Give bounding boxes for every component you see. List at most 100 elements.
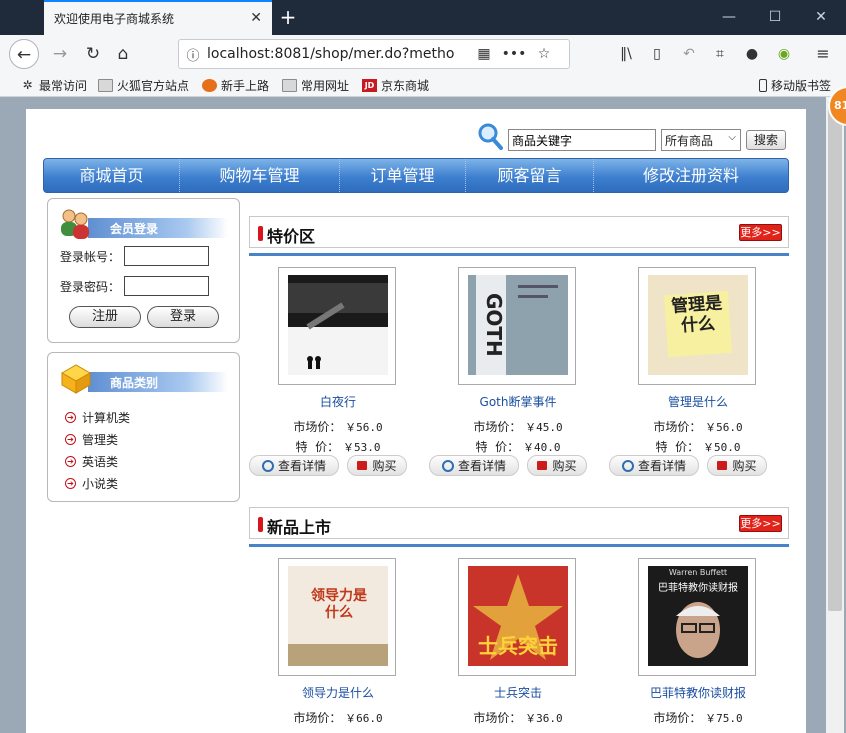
chat-icon[interactable]: ● xyxy=(737,39,767,69)
extension-icon[interactable]: ◉ xyxy=(769,39,799,69)
sidebar-icon[interactable]: ▯ xyxy=(642,39,672,69)
password-input[interactable] xyxy=(124,276,210,296)
button-label: 购买 xyxy=(552,459,577,473)
bookmark-mobile[interactable]: 移动版书签 xyxy=(759,76,831,94)
cover-image: 领导力是什么 xyxy=(288,566,388,666)
section-divider xyxy=(249,544,789,547)
more-button[interactable]: 更多>> xyxy=(739,515,782,532)
url-bar[interactable]: ⓘ localhost:8081/shop/mer.do?metho ▦ •••… xyxy=(178,39,570,69)
site-info-icon[interactable]: ⓘ xyxy=(179,45,207,64)
home-icon[interactable]: ⌂ xyxy=(108,39,138,69)
view-detail-button[interactable]: 查看详情 xyxy=(609,455,699,476)
nav-orders[interactable]: 订单管理 xyxy=(340,159,466,192)
bookmark-common-sites[interactable]: 常用网址 xyxy=(282,76,349,94)
bookmark-jd[interactable]: JD 京东商城 xyxy=(362,76,429,94)
category-item[interactable]: ➔ 英语类 xyxy=(65,450,130,472)
product-image[interactable]: GOTH xyxy=(458,267,576,385)
nav-home[interactable]: 商城首页 xyxy=(44,159,180,192)
new-title: 新品上市 xyxy=(267,518,332,537)
qr-code-icon[interactable]: ▦ xyxy=(469,46,499,62)
back-icon[interactable]: ← xyxy=(9,39,39,69)
more-button[interactable]: 更多>> xyxy=(739,224,782,241)
product-name[interactable]: 管理是什么 xyxy=(609,393,787,410)
register-button[interactable]: 注册 xyxy=(69,306,141,328)
button-label: 购买 xyxy=(372,459,397,473)
product-name[interactable]: Goth断掌事件 xyxy=(429,393,607,410)
product-name[interactable]: 领导力是什么 xyxy=(249,684,427,701)
price-value: ￥50.0 xyxy=(702,441,741,454)
login-button[interactable]: 登录 xyxy=(147,306,219,328)
product-image[interactable]: Warren Buffett 巴菲特教你读财报 xyxy=(638,558,756,676)
category-select[interactable]: 所有商品 ⌵ xyxy=(661,129,741,151)
forward-icon[interactable]: → xyxy=(45,39,75,69)
main-nav: 商城首页 购物车管理 订单管理 顾客留言 修改注册资料 xyxy=(43,158,789,193)
product-image[interactable]: 领导力是什么 xyxy=(278,558,396,676)
product-image[interactable]: 管理是什么 xyxy=(638,267,756,385)
page-actions-icon[interactable]: ••• xyxy=(499,46,529,62)
product-name[interactable]: 白夜行 xyxy=(249,393,427,410)
product-name[interactable]: 巴菲特教你读财报 xyxy=(609,684,787,701)
new-header: 新品上市 更多>> xyxy=(249,507,789,539)
buy-button[interactable]: 购买 xyxy=(527,455,587,476)
category-select-value: 所有商品 xyxy=(665,134,714,148)
reload-icon[interactable]: ↻ xyxy=(78,39,108,69)
bookmark-most-visited[interactable]: ✲ 最常访问 xyxy=(20,76,87,94)
categories-title: 商品类别 xyxy=(110,376,159,390)
price-label: 市场价： xyxy=(473,420,522,434)
bookmark-label: 新手上路 xyxy=(221,78,270,93)
market-price: 市场价： ￥75.0 xyxy=(609,709,787,726)
screenshot-icon[interactable]: ⌗ xyxy=(705,39,735,69)
nav-cart[interactable]: 购物车管理 xyxy=(180,159,340,192)
menu-icon[interactable]: ≡ xyxy=(808,39,838,69)
view-detail-button[interactable]: 查看详情 xyxy=(249,455,339,476)
category-label: 管理类 xyxy=(82,432,119,447)
buy-button[interactable]: 购买 xyxy=(707,455,767,476)
buy-button[interactable]: 购买 xyxy=(347,455,407,476)
price-label: 市场价： xyxy=(473,711,522,725)
minimize-icon[interactable]: — xyxy=(706,0,752,35)
categories-header: 商品类别 xyxy=(58,364,228,394)
bookmark-firefox-site[interactable]: 火狐官方站点 xyxy=(98,76,189,94)
arrow-right-icon: ➔ xyxy=(65,455,76,467)
price-value: ￥40.0 xyxy=(522,441,561,454)
search-button[interactable]: 搜索 xyxy=(746,130,786,150)
bookmark-label: 京东商城 xyxy=(381,78,430,93)
login-box: 会员登录 登录帐号： 登录密码： 注册 登录 xyxy=(47,198,240,343)
cover-image: GOTH xyxy=(468,275,568,375)
scrollbar-thumb[interactable] xyxy=(828,101,842,611)
price-value: ￥56.0 xyxy=(705,421,743,434)
magnifier-icon xyxy=(441,459,454,472)
browser-tab[interactable]: 欢迎使用电子商城系统 ✕ xyxy=(44,0,272,35)
chevron-down-icon: ⌵ xyxy=(728,132,736,143)
arrow-right-icon: ➔ xyxy=(65,411,76,423)
category-item[interactable]: ➔ 管理类 xyxy=(65,428,130,450)
price-value: ￥66.0 xyxy=(345,712,383,725)
price-label: 市场价： xyxy=(653,420,702,434)
category-item[interactable]: ➔ 计算机类 xyxy=(65,406,130,428)
product-name[interactable]: 士兵突击 xyxy=(429,684,607,701)
nav-messages[interactable]: 顾客留言 xyxy=(466,159,594,192)
bookmark-star-icon[interactable]: ☆ xyxy=(529,46,559,62)
bookmark-getting-started[interactable]: 新手上路 xyxy=(202,76,269,94)
product-image[interactable]: 士兵突击 xyxy=(458,558,576,676)
cover-image xyxy=(288,275,388,375)
bookmarks-bar: ✲ 最常访问 火狐官方站点 新手上路 常用网址 JD 京东商城 移动版书签 xyxy=(0,73,846,97)
url-text[interactable]: localhost:8081/shop/mer.do?metho xyxy=(207,46,469,62)
users-icon xyxy=(61,209,89,239)
arrow-right-icon: ➔ xyxy=(65,433,76,445)
library-icon[interactable]: ‖\ xyxy=(611,39,641,69)
category-item[interactable]: ➔ 小说类 xyxy=(65,472,130,494)
new-tab-icon[interactable]: + xyxy=(276,4,300,30)
account-input[interactable] xyxy=(124,246,210,266)
search-input[interactable] xyxy=(508,129,656,151)
view-detail-button[interactable]: 查看详情 xyxy=(429,455,519,476)
product-image[interactable] xyxy=(278,267,396,385)
special-price: 特 价： ￥40.0 xyxy=(429,438,607,455)
bookmark-label: 常用网址 xyxy=(301,78,350,93)
window-close-icon[interactable]: ✕ xyxy=(798,0,844,35)
tab-close-icon[interactable]: ✕ xyxy=(250,10,262,26)
password-row: 登录密码： xyxy=(60,276,210,296)
undo-icon[interactable]: ↶ xyxy=(674,39,704,69)
nav-profile[interactable]: 修改注册资料 xyxy=(594,159,788,192)
maximize-icon[interactable]: ☐ xyxy=(752,0,798,35)
